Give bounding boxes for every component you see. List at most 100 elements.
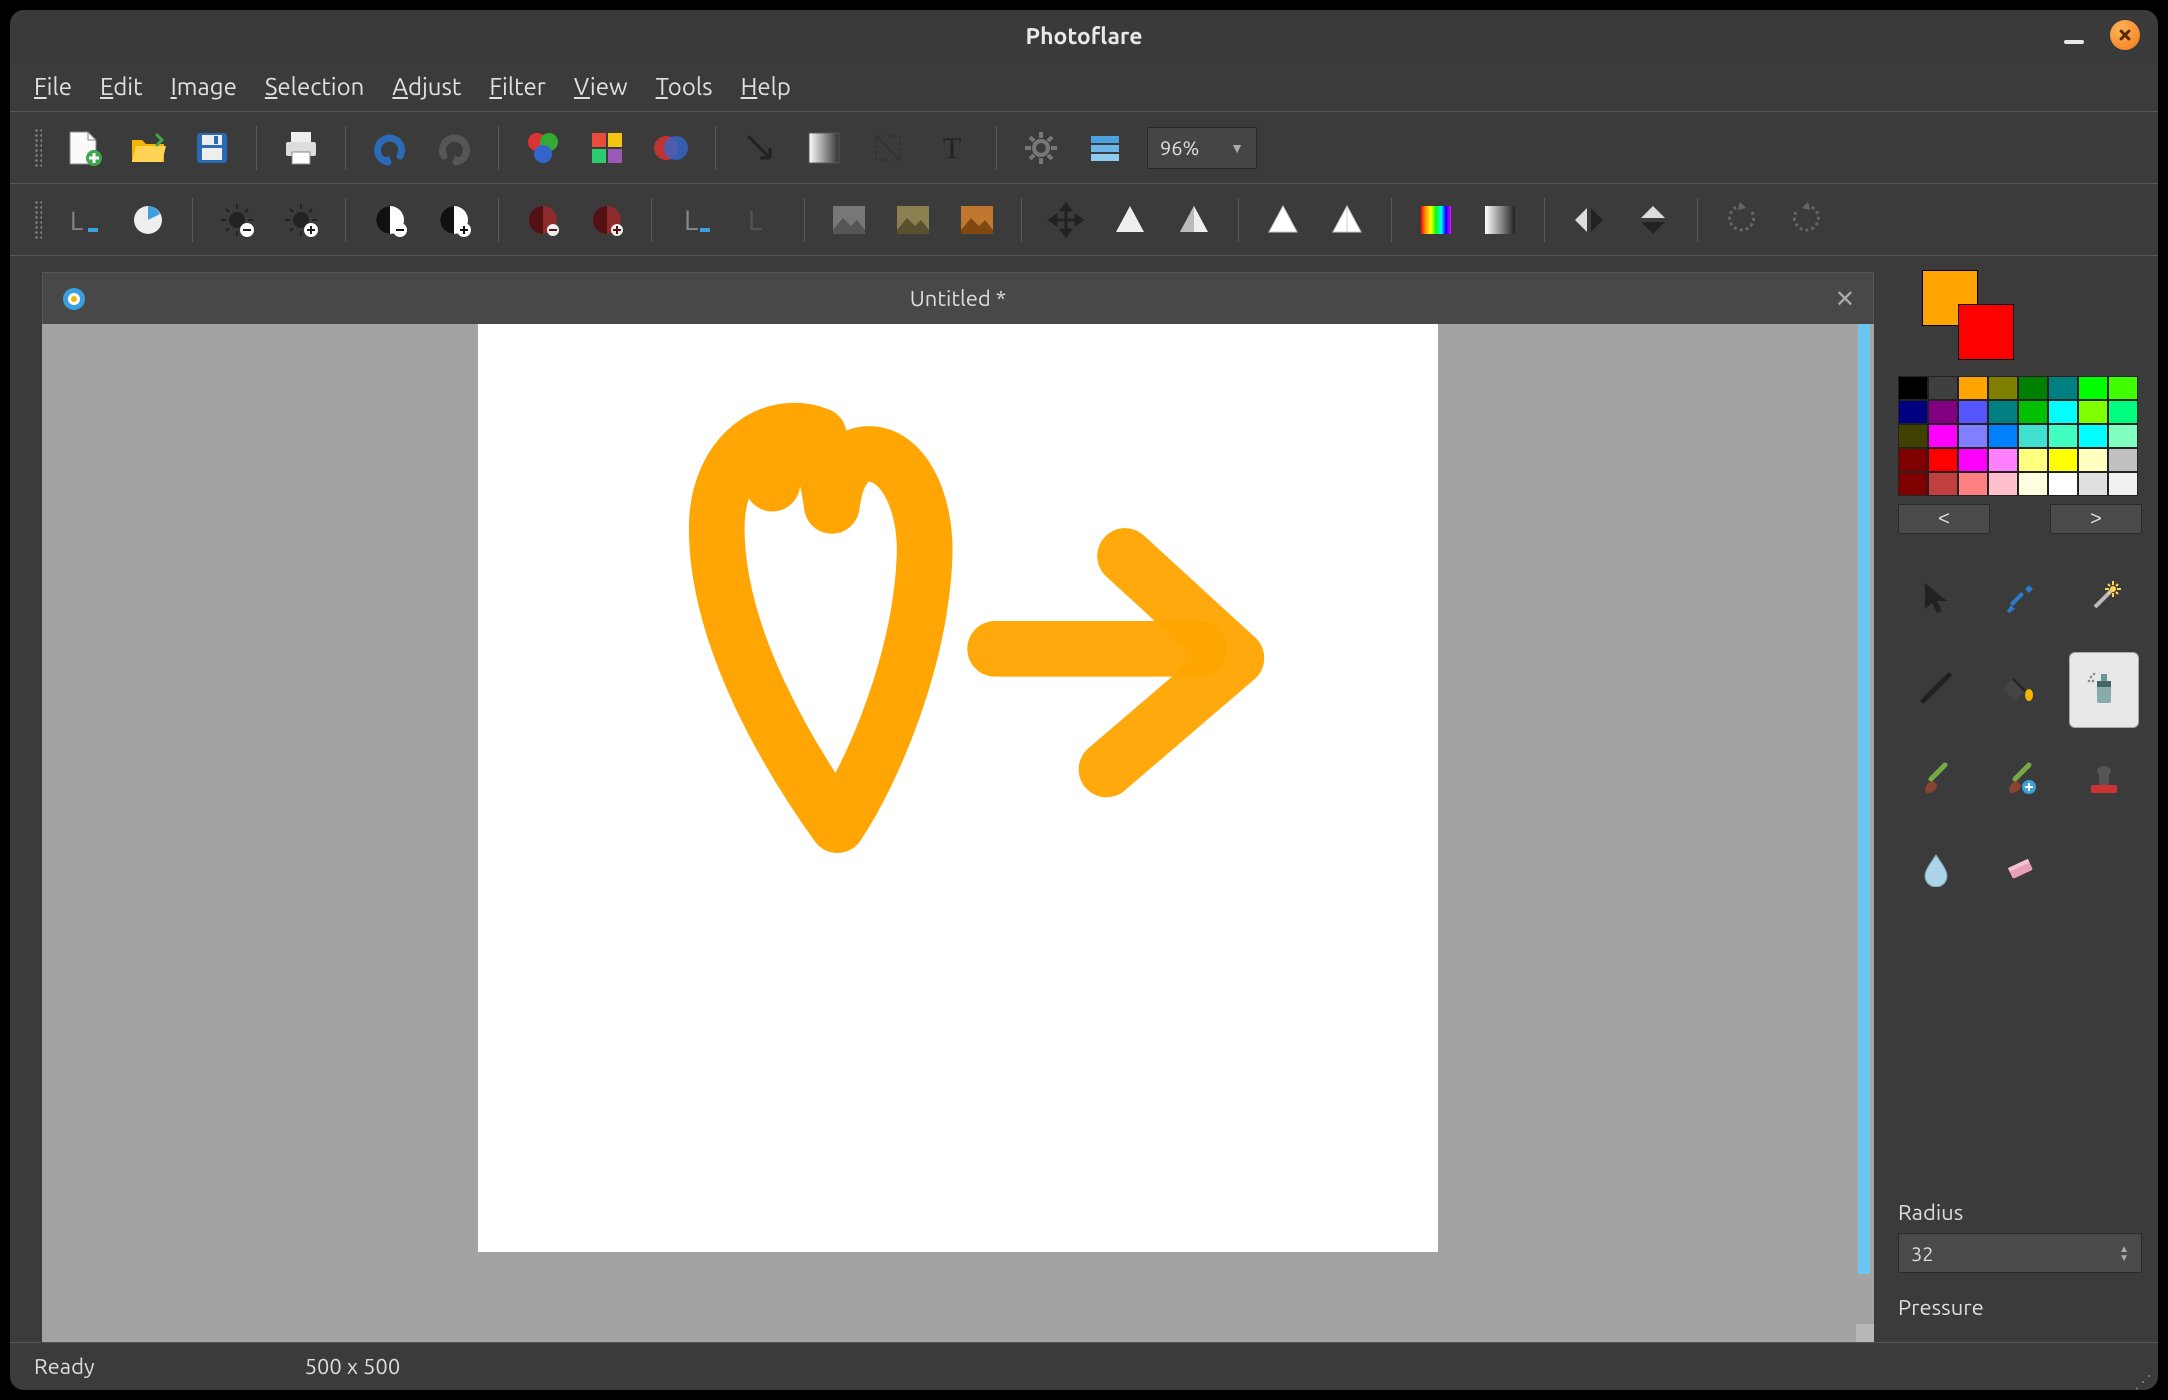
undo-button[interactable] — [368, 126, 412, 170]
filter-warm-button[interactable] — [955, 198, 999, 242]
triangle-half-button[interactable] — [1172, 198, 1216, 242]
rotate-cw-button[interactable] — [1784, 198, 1828, 242]
saturation-up-button[interactable] — [585, 198, 629, 242]
palette-cell[interactable] — [2078, 424, 2108, 448]
open-file-button[interactable] — [126, 126, 170, 170]
saturation-down-button[interactable] — [521, 198, 565, 242]
menu-view[interactable]: View — [574, 73, 628, 100]
palette-cell[interactable] — [1898, 376, 1928, 400]
palette-cell[interactable] — [1898, 424, 1928, 448]
gradient-button[interactable] — [802, 126, 846, 170]
palette-cell[interactable] — [1898, 448, 1928, 472]
tool-pointer[interactable] — [1901, 562, 1971, 638]
palette-cell[interactable] — [1988, 400, 2018, 424]
palette-cell[interactable] — [2018, 376, 2048, 400]
save-file-button[interactable] — [190, 126, 234, 170]
tool-stamp[interactable] — [2069, 742, 2139, 818]
palette-cell[interactable] — [1958, 376, 1988, 400]
palette-cell[interactable] — [2078, 376, 2108, 400]
swatches-button[interactable] — [585, 126, 629, 170]
move-tool-button[interactable] — [1044, 198, 1088, 242]
layers-button[interactable] — [1083, 126, 1127, 170]
palette-cell[interactable] — [1988, 376, 2018, 400]
rgb-balls-button[interactable] — [521, 126, 565, 170]
filter-bw-button[interactable] — [827, 198, 871, 242]
contrast-down-button[interactable] — [368, 198, 412, 242]
triangle-outline-button[interactable] — [1261, 198, 1305, 242]
palette-cell[interactable] — [1958, 448, 1988, 472]
palette-cell[interactable] — [1928, 424, 1958, 448]
window-minimize-button[interactable] — [2064, 40, 2084, 44]
brightness-up-button[interactable] — [279, 198, 323, 242]
filter-sepia-button[interactable] — [891, 198, 935, 242]
palette-cell[interactable] — [2018, 400, 2048, 424]
canvas-viewport[interactable] — [42, 324, 1874, 1342]
palette-cell[interactable] — [2048, 448, 2078, 472]
zoom-combo[interactable]: 96% ▼ — [1147, 127, 1257, 169]
palette-prev-button[interactable]: < — [1898, 504, 1990, 534]
palette-cell[interactable] — [2018, 424, 2048, 448]
toolbar-grip[interactable] — [34, 128, 42, 168]
tool-clone[interactable] — [1985, 742, 2055, 818]
tool-blur[interactable] — [1901, 832, 1971, 908]
palette-cell[interactable] — [2048, 376, 2078, 400]
palette-cell[interactable] — [1988, 448, 2018, 472]
document-tab-close[interactable]: ✕ — [1835, 285, 1855, 313]
triangle-fill-button[interactable] — [1108, 198, 1152, 242]
flip-horizontal-button[interactable] — [1567, 198, 1611, 242]
triangle-split-button[interactable] — [1325, 198, 1369, 242]
hue-button[interactable] — [1414, 198, 1458, 242]
crop-button[interactable] — [866, 126, 910, 170]
canvas-size-button[interactable] — [126, 198, 170, 242]
palette-cell[interactable] — [2078, 472, 2108, 496]
menu-file[interactable]: File — [34, 73, 72, 100]
grayscale-button[interactable]: L — [674, 198, 718, 242]
tool-eraser[interactable] — [1985, 832, 2055, 908]
tool-line[interactable] — [1901, 652, 1971, 728]
menu-adjust[interactable]: Adjust — [392, 73, 461, 100]
palette-cell[interactable] — [2048, 424, 2078, 448]
palette-cell[interactable] — [2108, 424, 2138, 448]
redo-button[interactable] — [432, 126, 476, 170]
radius-spinbox[interactable]: 32 ▲▼ — [1898, 1233, 2142, 1273]
grayscale-gradient-button[interactable] — [1478, 198, 1522, 242]
settings-button[interactable] — [1019, 126, 1063, 170]
window-close-button[interactable] — [2110, 20, 2140, 50]
palette-cell[interactable] — [1958, 424, 1988, 448]
palette-cell[interactable] — [2078, 400, 2108, 424]
palette-cell[interactable] — [2108, 376, 2138, 400]
palette-cell[interactable] — [2108, 472, 2138, 496]
palette-cell[interactable] — [1928, 400, 1958, 424]
palette-next-button[interactable]: > — [2050, 504, 2142, 534]
secondary-color-swatch[interactable] — [1958, 304, 2014, 360]
tool-spray-can[interactable] — [2069, 652, 2139, 728]
tool-paint-bucket[interactable] — [1985, 652, 2055, 728]
print-button[interactable] — [279, 126, 323, 170]
palette-cell[interactable] — [1928, 376, 1958, 400]
palette-cell[interactable] — [2108, 400, 2138, 424]
palette-cell[interactable] — [1988, 424, 2018, 448]
palette-cell[interactable] — [2048, 400, 2078, 424]
menu-tools[interactable]: Tools — [656, 73, 713, 100]
vertical-scrollbar[interactable] — [1856, 324, 1874, 1324]
palette-cell[interactable] — [2108, 448, 2138, 472]
channels-button[interactable] — [649, 126, 693, 170]
menu-selection[interactable]: Selection — [265, 73, 365, 100]
palette-cell[interactable] — [1928, 448, 1958, 472]
spinbox-arrows-icon[interactable]: ▲▼ — [2119, 1244, 2129, 1262]
palette-cell[interactable] — [2018, 472, 2048, 496]
palette-cell[interactable] — [1958, 400, 1988, 424]
contrast-up-button[interactable] — [432, 198, 476, 242]
document-tab[interactable]: Untitled * ✕ — [42, 272, 1874, 324]
menu-image[interactable]: Image — [171, 73, 237, 100]
flip-vertical-button[interactable] — [1631, 198, 1675, 242]
resize-grip-icon[interactable]: ⋰ — [2134, 1378, 2152, 1386]
palette-cell[interactable] — [1898, 472, 1928, 496]
menu-edit[interactable]: Edit — [100, 73, 143, 100]
text-tool-button[interactable]: T — [930, 126, 974, 170]
menu-filter[interactable]: Filter — [489, 73, 545, 100]
toolbar-grip-2[interactable] — [34, 200, 42, 240]
tool-dropper[interactable] — [1985, 562, 2055, 638]
tool-magic-wand[interactable] — [2069, 562, 2139, 638]
palette-cell[interactable] — [1958, 472, 1988, 496]
